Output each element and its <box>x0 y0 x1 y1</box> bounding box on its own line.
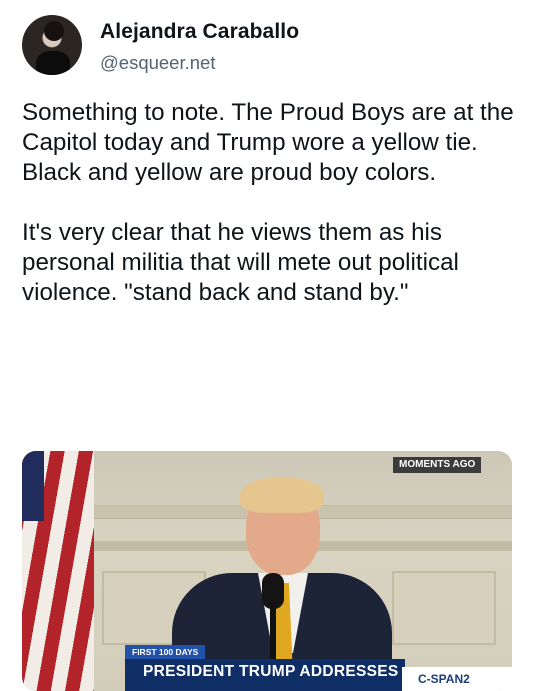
chyron-tag: FIRST 100 DAYS <box>125 645 206 659</box>
network-logo: C-SPAN2 <box>402 667 512 691</box>
author-handle[interactable]: @esqueer.net <box>100 52 215 74</box>
chyron-headline: PRESIDENT TRUMP ADDRESSES <box>125 659 405 691</box>
attached-video-thumbnail[interactable]: MOMENTS AGO FIRST 100 DAYS PRESIDENT TRU… <box>22 451 512 691</box>
moments-ago-tag: MOMENTS AGO <box>393 457 482 473</box>
avatar[interactable] <box>22 15 82 75</box>
background-panel <box>392 571 496 645</box>
post-text: Something to note. The Proud Boys are at… <box>22 98 522 308</box>
flag-union <box>22 451 44 521</box>
american-flag <box>22 451 94 691</box>
post-header: Alejandra Caraballo @esqueer.net <box>22 15 512 77</box>
post-paragraph-2: It's very clear that he views them as hi… <box>22 219 459 306</box>
speaker-hair <box>240 477 324 513</box>
author-name[interactable]: Alejandra Caraballo <box>100 20 299 44</box>
post-paragraph-1: Something to note. The Proud Boys are at… <box>22 99 514 186</box>
